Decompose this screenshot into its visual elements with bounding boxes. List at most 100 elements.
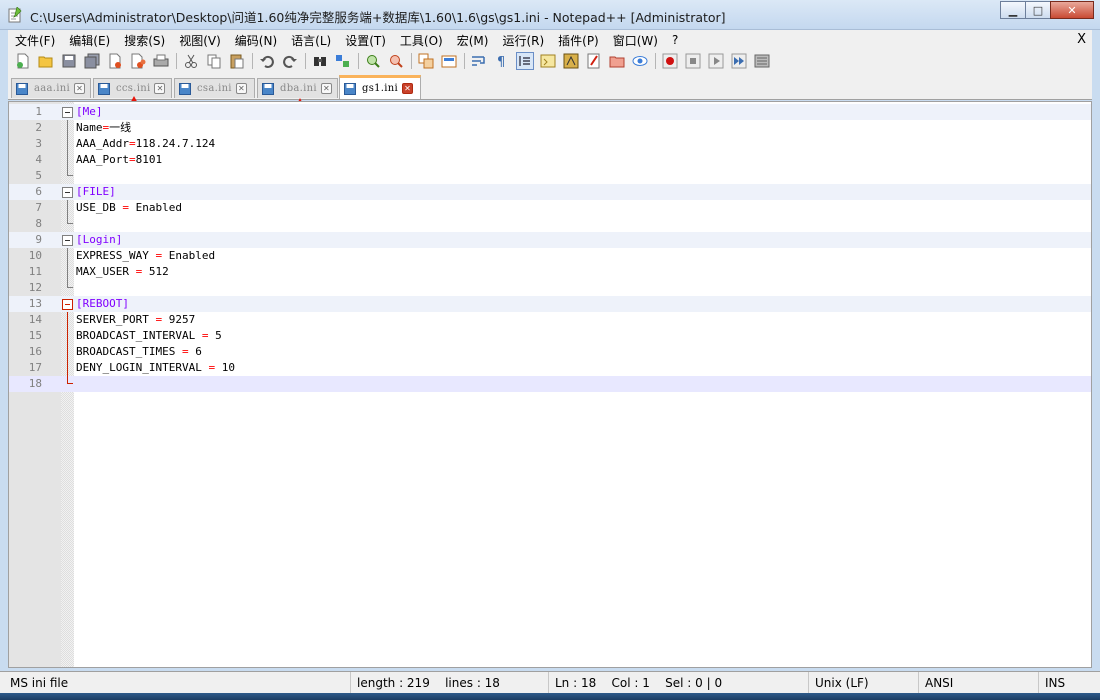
tab-aaa-ini[interactable]: aaa.ini ✕ — [11, 78, 91, 98]
menu-tools[interactable]: 工具(O) — [393, 32, 450, 49]
editor-line[interactable]: 1 [Me] — [9, 104, 1091, 120]
undo-icon[interactable] — [258, 52, 276, 70]
close-tab-icon[interactable]: ✕ — [74, 83, 86, 94]
menu-encoding[interactable]: 编码(N) — [228, 32, 284, 49]
find-icon[interactable] — [311, 52, 329, 70]
close-icon[interactable] — [106, 52, 124, 70]
line-number: 17 — [28, 361, 42, 374]
tab-csa-ini[interactable]: csa.ini ✕ — [174, 78, 255, 98]
redo-icon[interactable] — [281, 52, 299, 70]
menu-view[interactable]: 视图(V) — [172, 32, 228, 49]
monitoring-icon[interactable] — [631, 52, 649, 70]
fold-end-marker — [67, 280, 73, 288]
fold-toggle-icon[interactable] — [62, 235, 73, 246]
fold-toggle-icon[interactable] — [62, 107, 73, 118]
run-macro-multiple-icon[interactable] — [730, 52, 748, 70]
editor-line[interactable]: 3 AAA_Addr=118.24.7.124 — [9, 136, 1091, 152]
key-value-line: AAA_Port=8101 — [76, 152, 162, 168]
save-disk-icon — [179, 82, 191, 95]
menu-search[interactable]: 搜索(S) — [117, 32, 172, 49]
line-number: 14 — [28, 313, 42, 326]
paste-icon[interactable] — [228, 52, 246, 70]
editor-line[interactable]: 8 — [9, 216, 1091, 232]
editor-line[interactable]: 4 AAA_Port=8101 — [9, 152, 1091, 168]
editor-line[interactable]: 2 Name=一线 — [9, 120, 1091, 136]
play-macro-icon[interactable] — [707, 52, 725, 70]
print-icon[interactable] — [152, 52, 170, 70]
line-number: 16 — [28, 345, 42, 358]
toolbar-separator — [358, 53, 359, 69]
menu-settings[interactable]: 设置(T) — [338, 32, 393, 49]
indent-guide-icon[interactable] — [516, 52, 534, 70]
close-window-button[interactable]: ✕ — [1050, 1, 1094, 19]
menu-help[interactable]: ? — [665, 33, 685, 47]
replace-icon[interactable] — [334, 52, 352, 70]
word-wrap-icon[interactable] — [470, 52, 488, 70]
save-icon[interactable] — [60, 52, 78, 70]
document-map-icon[interactable] — [562, 52, 580, 70]
menu-macro[interactable]: 宏(M) — [450, 32, 496, 49]
line-number: 4 — [35, 153, 42, 166]
maximize-button[interactable]: □ — [1025, 1, 1051, 19]
menu-window[interactable]: 窗口(W) — [606, 32, 665, 49]
function-list-icon[interactable] — [585, 52, 603, 70]
menu-edit[interactable]: 编辑(E) — [62, 32, 117, 49]
copy-icon[interactable] — [205, 52, 223, 70]
menu-run[interactable]: 运行(R) — [495, 32, 551, 49]
menu-plugins[interactable]: 插件(P) — [551, 32, 606, 49]
section-header: [FILE] — [76, 185, 116, 198]
save-all-icon[interactable] — [83, 52, 101, 70]
close-document-button[interactable]: X — [1077, 32, 1086, 47]
menu-file[interactable]: 文件(F) — [8, 32, 62, 49]
new-file-icon[interactable] — [14, 52, 32, 70]
close-tab-icon[interactable]: ✕ — [154, 83, 166, 94]
editor-line[interactable]: 16 BROADCAST_TIMES = 6 — [9, 344, 1091, 360]
key-value-line: BROADCAST_INTERVAL = 5 — [76, 328, 222, 344]
close-tab-icon[interactable]: ✕ — [402, 83, 414, 94]
editor-line[interactable]: 7 USE_DB = Enabled — [9, 200, 1091, 216]
zoom-out-icon[interactable] — [387, 52, 405, 70]
close-tab-icon[interactable]: ✕ — [235, 83, 247, 94]
line-number: 7 — [35, 201, 42, 214]
document-tab-bar: aaa.ini ✕ ccs.ini ✕ csa.ini ✕ dba.ini ✕ … — [8, 72, 1092, 100]
minimize-button[interactable]: ▁ — [1000, 1, 1026, 19]
editor-line[interactable]: 6 [FILE] — [9, 184, 1091, 200]
tab-label: dba.ini — [280, 83, 317, 94]
editor-line[interactable]: 15 BROADCAST_INTERVAL = 5 — [9, 328, 1091, 344]
close-tab-icon[interactable]: ✕ — [320, 83, 332, 94]
folder-workspace-icon[interactable] — [608, 52, 626, 70]
record-macro-icon[interactable] — [661, 52, 679, 70]
user-defined-language-icon[interactable] — [539, 52, 557, 70]
tab-gs1-ini[interactable]: gs1.ini ✕ — [339, 75, 421, 99]
zoom-in-icon[interactable] — [364, 52, 382, 70]
editor-line[interactable]: 11 MAX_USER = 512 — [9, 264, 1091, 280]
save-macro-icon[interactable] — [753, 52, 771, 70]
editor-line[interactable]: 13 [REBOOT] — [9, 296, 1091, 312]
fold-toggle-icon[interactable] — [62, 187, 73, 198]
fold-line-marker — [67, 312, 68, 328]
editor-line[interactable]: 10 EXPRESS_WAY = Enabled — [9, 248, 1091, 264]
cut-icon[interactable] — [182, 52, 200, 70]
ini-value: Enabled — [168, 249, 216, 262]
fold-line-marker — [67, 248, 68, 264]
tab-dba-ini[interactable]: dba.ini ✕ — [257, 78, 338, 98]
sync-horizontal-icon[interactable] — [440, 52, 458, 70]
editor-line[interactable]: 14 SERVER_PORT = 9257 — [9, 312, 1091, 328]
show-all-chars-icon[interactable]: ¶ — [493, 52, 511, 70]
stop-macro-icon[interactable] — [684, 52, 702, 70]
open-file-icon[interactable] — [37, 52, 55, 70]
menu-language[interactable]: 语言(L) — [284, 32, 338, 49]
editor-line[interactable]: 12 — [9, 280, 1091, 296]
key-value-line: EXPRESS_WAY = Enabled — [76, 248, 215, 264]
editor-line[interactable]: 17 DENY_LOGIN_INTERVAL = 10 — [9, 360, 1091, 376]
editor-line[interactable]: 18 — [9, 376, 1091, 392]
editor-line[interactable]: 9 [Login] — [9, 232, 1091, 248]
tab-ccs-ini[interactable]: ccs.ini ✕ — [93, 78, 172, 98]
editor-area[interactable]: 1 [Me] 2 Name=一线 3 AAA_Addr=118.24.7.124 4 AAA_… — [8, 101, 1092, 668]
sync-vertical-icon[interactable] — [417, 52, 435, 70]
close-all-icon[interactable] — [129, 52, 147, 70]
editor-line[interactable]: 5 — [9, 168, 1091, 184]
tab-label: ccs.ini — [116, 83, 151, 94]
fold-toggle-icon[interactable] — [62, 299, 73, 310]
text-content[interactable]: 1 [Me] 2 Name=一线 3 AAA_Addr=118.24.7.124 4 AAA_… — [9, 104, 1091, 392]
